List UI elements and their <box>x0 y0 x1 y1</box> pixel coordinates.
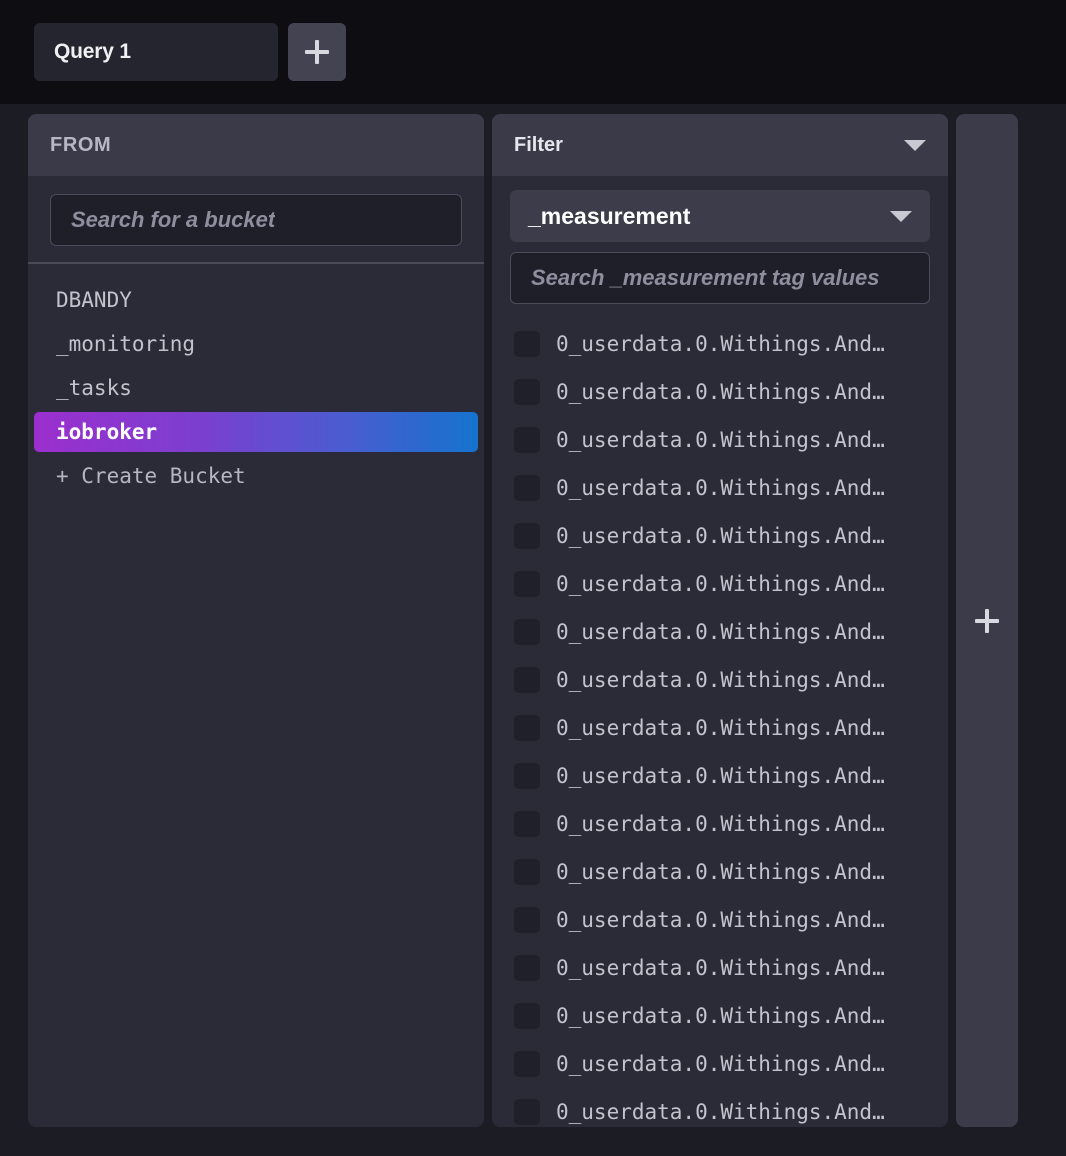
checkbox-icon[interactable] <box>514 619 540 645</box>
tag-value-row[interactable]: 0_userdata.0.Withings.And… <box>492 848 948 896</box>
chevron-down-icon[interactable] <box>904 139 926 151</box>
tag-value-row[interactable]: 0_userdata.0.Withings.And… <box>492 368 948 416</box>
checkbox-icon[interactable] <box>514 715 540 741</box>
bucket-search-wrap: Search for a bucket <box>28 176 484 262</box>
tag-key-value: _measurement <box>528 202 691 229</box>
checkbox-icon[interactable] <box>514 1003 540 1029</box>
filter-card-header[interactable]: Filter <box>492 114 948 176</box>
tag-value-label: 0_userdata.0.Withings.And… <box>556 332 885 356</box>
checkbox-icon[interactable] <box>514 1051 540 1077</box>
query-builder-screen: Query 1 FROM Search for a bucket DBANDY _… <box>0 0 1066 1156</box>
checkbox-icon[interactable] <box>514 859 540 885</box>
tag-value-row[interactable]: 0_userdata.0.Withings.And… <box>492 1088 948 1127</box>
from-card-header: FROM <box>28 114 484 176</box>
bucket-list: DBANDY _monitoring _tasks iobroker + Create … <box>28 264 484 1127</box>
builder-card-row: FROM Search for a bucket DBANDY _monitori… <box>0 114 1066 1127</box>
tag-value-row[interactable]: 0_userdata.0.Withings.And… <box>492 752 948 800</box>
tag-value-search-input[interactable]: Search _measurement tag values <box>510 252 930 304</box>
checkbox-icon[interactable] <box>514 427 540 453</box>
bucket-item[interactable]: _tasks <box>34 368 478 408</box>
tag-value-row[interactable]: 0_userdata.0.Withings.And… <box>492 464 948 512</box>
bucket-search-input[interactable]: Search for a bucket <box>50 194 462 246</box>
tag-key-dropdown[interactable]: _measurement <box>510 190 930 242</box>
tag-value-row[interactable]: 0_userdata.0.Withings.And… <box>492 800 948 848</box>
tag-value-label: 0_userdata.0.Withings.And… <box>556 380 885 404</box>
checkbox-icon[interactable] <box>514 667 540 693</box>
add-query-button[interactable] <box>288 23 346 81</box>
tag-value-label: 0_userdata.0.Withings.And… <box>556 1052 885 1076</box>
plus-icon <box>305 40 329 64</box>
tag-value-row[interactable]: 0_userdata.0.Withings.And… <box>492 656 948 704</box>
tag-value-label: 0_userdata.0.Withings.And… <box>556 1004 885 1028</box>
tag-value-row[interactable]: 0_userdata.0.Withings.And… <box>492 704 948 752</box>
checkbox-icon[interactable] <box>514 811 540 837</box>
chevron-down-icon[interactable] <box>890 210 912 222</box>
tag-value-row[interactable]: 0_userdata.0.Withings.And… <box>492 944 948 992</box>
tag-value-label: 0_userdata.0.Withings.And… <box>556 716 885 740</box>
checkbox-icon[interactable] <box>514 475 540 501</box>
checkbox-icon[interactable] <box>514 571 540 597</box>
tag-value-row[interactable]: 0_userdata.0.Withings.And… <box>492 896 948 944</box>
tag-value-list: 0_userdata.0.Withings.And… 0_userdata.0.W… <box>492 320 948 1127</box>
query-tab-bar: Query 1 <box>0 0 1066 104</box>
query-tab-query-1[interactable]: Query 1 <box>34 23 278 81</box>
filter-card-title: Filter <box>514 133 563 156</box>
checkbox-icon[interactable] <box>514 763 540 789</box>
tag-value-label: 0_userdata.0.Withings.And… <box>556 668 885 692</box>
plus-icon <box>975 608 999 633</box>
checkbox-icon[interactable] <box>514 955 540 981</box>
bucket-item-label: _monitoring <box>56 332 196 356</box>
tag-value-search-placeholder: Search _measurement tag values <box>531 265 880 290</box>
tag-value-row[interactable]: 0_userdata.0.Withings.And… <box>492 992 948 1040</box>
tag-value-label: 0_userdata.0.Withings.And… <box>556 524 885 548</box>
tag-value-label: 0_userdata.0.Withings.And… <box>556 908 885 932</box>
tag-value-row[interactable]: 0_userdata.0.Withings.And… <box>492 608 948 656</box>
tag-value-row[interactable]: 0_userdata.0.Withings.And… <box>492 320 948 368</box>
tag-value-row[interactable]: 0_userdata.0.Withings.And… <box>492 560 948 608</box>
bucket-item-label: _tasks <box>56 376 132 400</box>
tag-value-label: 0_userdata.0.Withings.And… <box>556 620 885 644</box>
tag-value-label: 0_userdata.0.Withings.And… <box>556 572 885 596</box>
tag-value-label: 0_userdata.0.Withings.And… <box>556 476 885 500</box>
checkbox-icon[interactable] <box>514 1099 540 1125</box>
tag-value-label: 0_userdata.0.Withings.And… <box>556 812 885 836</box>
create-bucket-button[interactable]: + Create Bucket <box>34 456 478 496</box>
checkbox-icon[interactable] <box>514 523 540 549</box>
bucket-item-label: iobroker <box>56 420 158 444</box>
tag-value-label: 0_userdata.0.Withings.And… <box>556 860 885 884</box>
checkbox-icon[interactable] <box>514 907 540 933</box>
tag-value-label: 0_userdata.0.Withings.And… <box>556 428 885 452</box>
from-card: FROM Search for a bucket DBANDY _monitori… <box>28 114 484 1127</box>
tag-value-label: 0_userdata.0.Withings.And… <box>556 956 885 980</box>
bucket-item-label: DBANDY <box>56 288 132 312</box>
checkbox-icon[interactable] <box>514 379 540 405</box>
tag-value-row[interactable]: 0_userdata.0.Withings.And… <box>492 512 948 560</box>
tag-value-row[interactable]: 0_userdata.0.Withings.And… <box>492 1040 948 1088</box>
checkbox-icon[interactable] <box>514 331 540 357</box>
tag-value-row[interactable]: 0_userdata.0.Withings.And… <box>492 416 948 464</box>
query-tab-label: Query 1 <box>54 40 131 63</box>
filter-controls: _measurement Search _measurement tag val… <box>492 176 948 304</box>
filter-card: Filter _measurement Search _measurement … <box>492 114 948 1127</box>
bucket-item[interactable]: _monitoring <box>34 324 478 364</box>
tag-value-label: 0_userdata.0.Withings.And… <box>556 1100 885 1124</box>
tag-value-label: 0_userdata.0.Withings.And… <box>556 764 885 788</box>
add-builder-card-button[interactable] <box>956 114 1018 1127</box>
bucket-search-placeholder: Search for a bucket <box>71 207 276 232</box>
from-card-title: FROM <box>50 133 112 156</box>
bucket-item[interactable]: iobroker <box>34 412 478 452</box>
bucket-item[interactable]: DBANDY <box>34 280 478 320</box>
create-bucket-label: + Create Bucket <box>56 464 246 488</box>
